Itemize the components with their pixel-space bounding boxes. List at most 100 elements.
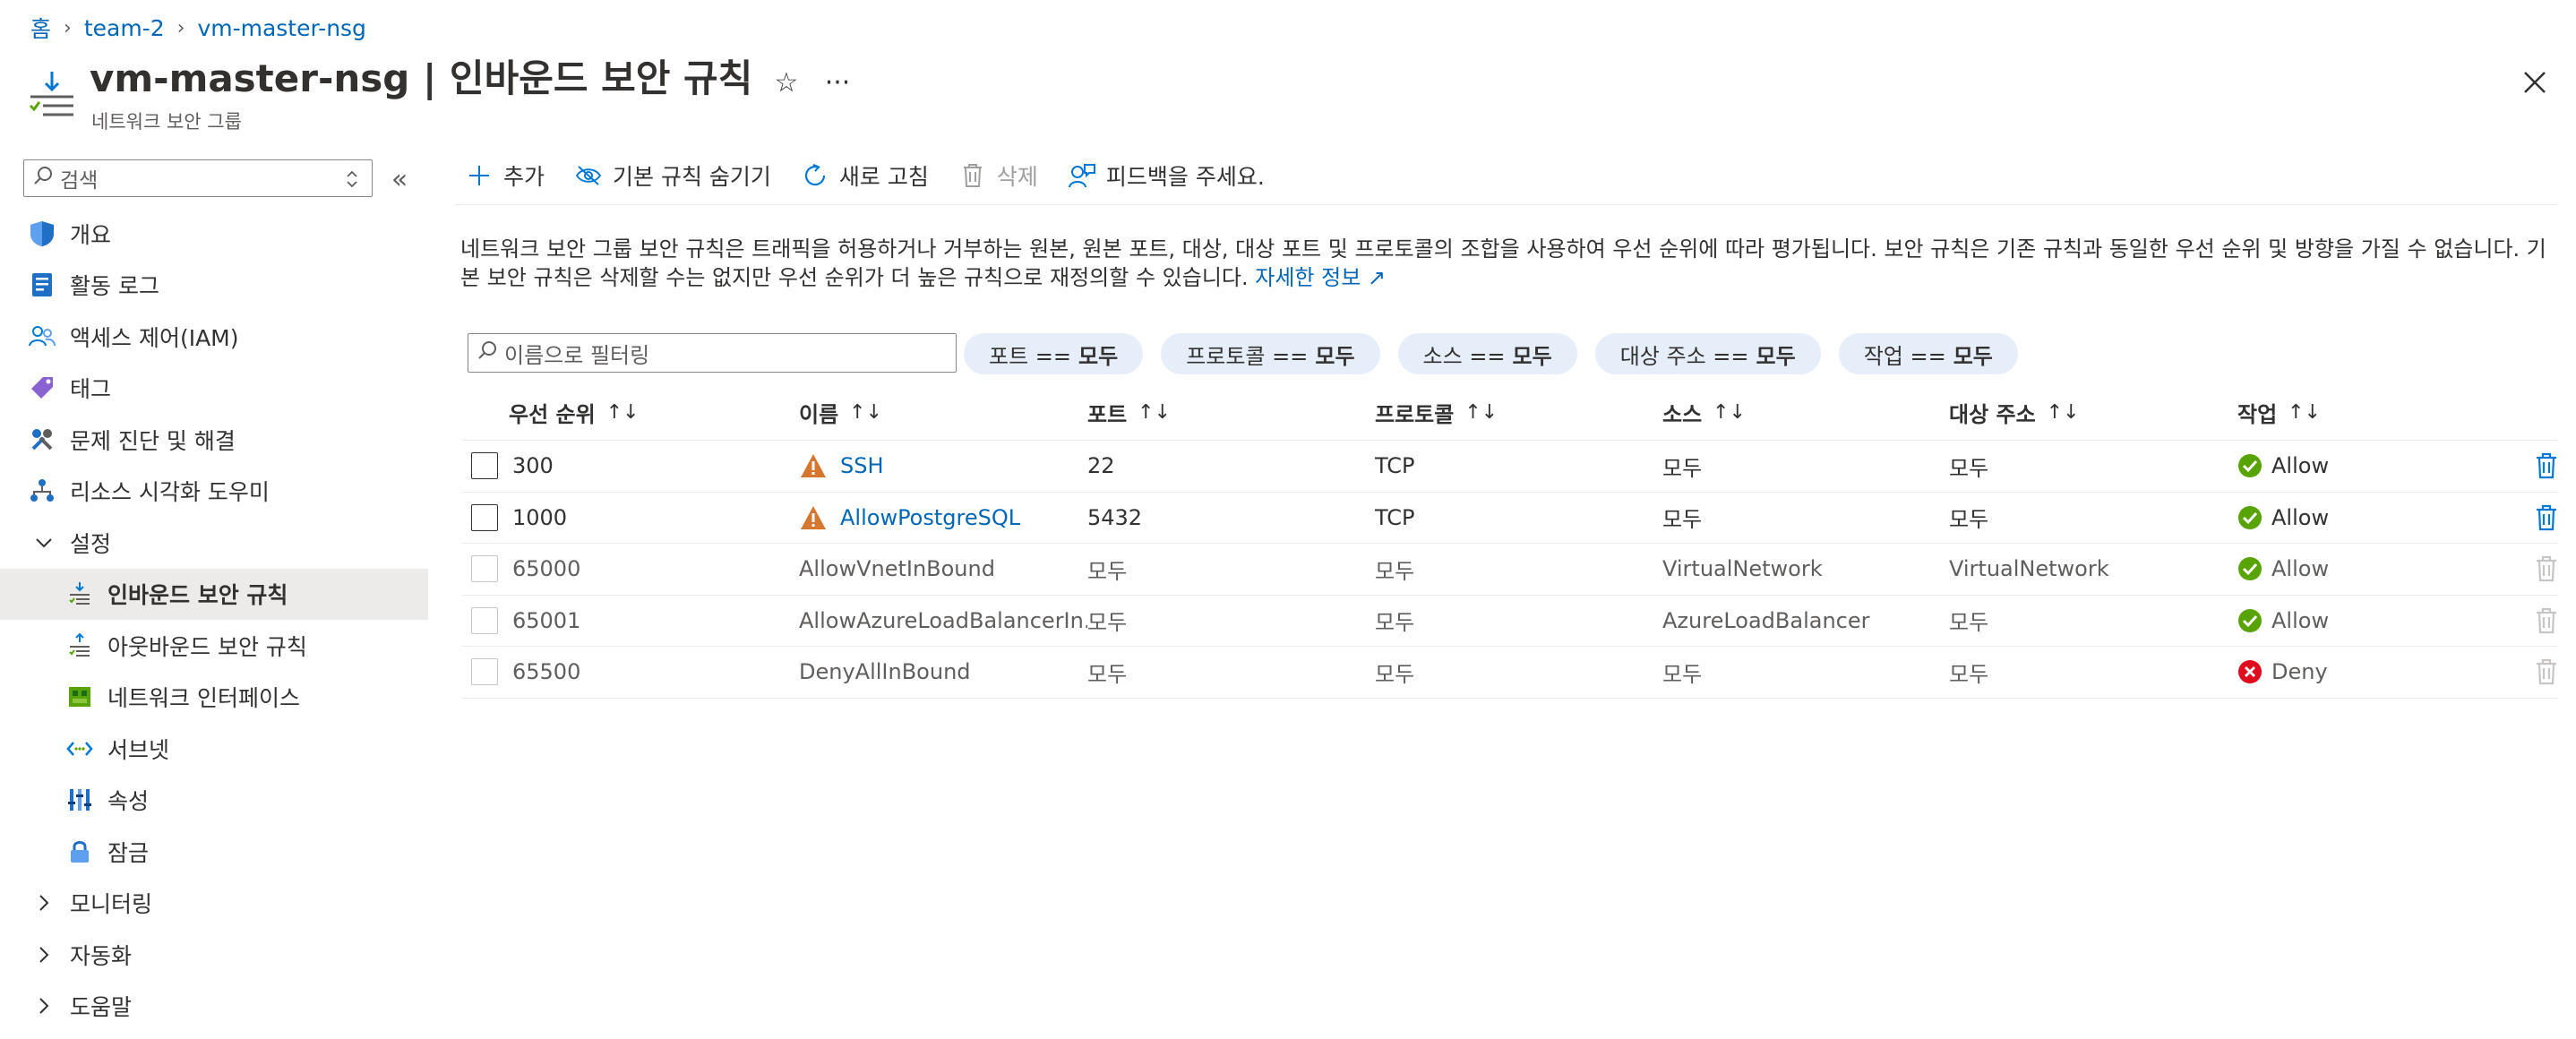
column-header-port[interactable]: 포트 ↑↓ — [1087, 397, 1375, 428]
eye-hide-icon — [575, 162, 602, 189]
inbound-rules-icon — [66, 580, 93, 607]
sidebar-item-locks[interactable]: 잠금 — [0, 826, 428, 878]
trash-icon — [959, 162, 986, 189]
column-header-destination[interactable]: 대상 주소 ↑↓ — [1949, 397, 2237, 428]
column-label: 소스 — [1662, 402, 1703, 427]
warning-icon — [799, 504, 840, 531]
breadcrumb-home[interactable]: 홈 — [30, 12, 51, 44]
table-row[interactable]: 65000 AllowVnetInBound 모두 모두 VirtualNetwork V… — [462, 544, 2558, 596]
sidebar-item-label: 액세스 제어(IAM) — [70, 324, 239, 351]
refresh-button[interactable]: 새로 고침 — [802, 159, 929, 192]
table-row[interactable]: 65500 DenyAllInBound 모두 모두 모두 모두 Deny — [462, 647, 2558, 699]
row-delete-cell — [2506, 555, 2558, 582]
filter-pill-action[interactable]: 작업 == 모두 — [1838, 333, 2018, 374]
sidebar-item-network-interfaces[interactable]: 네트워크 인터페이스 — [0, 672, 428, 724]
feedback-button[interactable]: 피드백을 주세요. — [1068, 159, 1265, 192]
sidebar-item-label: 활동 로그 — [70, 273, 159, 300]
column-header-action[interactable]: 작업 ↑↓ — [2237, 397, 2506, 428]
priority-value: 1000 — [512, 504, 568, 530]
breadcrumb-team[interactable]: team-2 — [84, 15, 165, 41]
column-label: 대상 주소 — [1949, 402, 2036, 427]
learn-more-link[interactable]: 자세한 정보 ↗ — [1255, 265, 1386, 290]
row-checkbox — [471, 606, 498, 634]
nic-icon — [66, 683, 93, 710]
sidebar-item-label: 네트워크 인터페이스 — [107, 685, 300, 712]
column-header-priority[interactable]: 우선 순위 ↑↓ — [462, 397, 799, 428]
sidebar-item-inbound-rules[interactable]: 인바운드 보안 규칙 — [0, 568, 428, 620]
action-cell: Allow — [2237, 556, 2506, 581]
delete-row-trash-icon[interactable] — [2535, 504, 2558, 531]
close-icon[interactable] — [2517, 64, 2553, 100]
rule-name[interactable]: AllowPostgreSQL — [840, 505, 1020, 530]
sort-icon: ↑↓ — [849, 401, 883, 424]
hide-default-rules-button[interactable]: 기본 규칙 숨기기 — [575, 159, 771, 192]
sidebar-item-activity-log[interactable]: 활동 로그 — [0, 260, 428, 312]
pill-key: 포트 == — [989, 343, 1072, 369]
favorite-star-icon[interactable]: ☆ — [769, 64, 804, 100]
priority-cell: 65001 — [512, 608, 799, 633]
name-filter-input[interactable]: 이름으로 필터링 — [468, 333, 957, 373]
name-cell: AllowVnetInBound — [799, 556, 1087, 581]
source-cell: AzureLoadBalancer — [1662, 608, 1949, 633]
collapse-sidebar-icon[interactable]: « — [382, 161, 417, 197]
filter-pill-port[interactable]: 포트 == 모두 — [964, 333, 1144, 374]
sidebar-item-visualizer[interactable]: 리소스 시각화 도우미 — [0, 466, 428, 518]
pill-key: 소스 == — [1422, 343, 1506, 369]
column-header-name[interactable]: 이름 ↑↓ — [799, 397, 1087, 428]
sidebar-item-subnets[interactable]: 서브넷 — [0, 723, 428, 775]
delete-row-trash-icon[interactable] — [2535, 452, 2558, 479]
delete-button[interactable]: 삭제 — [959, 159, 1038, 192]
action-cell: Allow — [2237, 453, 2506, 478]
sidebar-item-iam[interactable]: 액세스 제어(IAM) — [0, 311, 428, 363]
source-cell: 모두 — [1662, 657, 1949, 688]
protocol-cell: TCP — [1375, 505, 1662, 530]
sidebar-item-outbound-rules[interactable]: 아웃바운드 보안 규칙 — [0, 620, 428, 672]
row-checkbox[interactable] — [471, 452, 498, 480]
table-body: 300 SSH 22 TCP 모두 모두 Allow 1000 AllowPostgreSQL 5… — [462, 441, 2558, 699]
filter-pill-protocol[interactable]: 프로토콜 == 모두 — [1161, 333, 1380, 374]
protocol-value: 모두 — [1375, 610, 1415, 636]
sidebar-item-properties[interactable]: 속성 — [0, 775, 428, 827]
add-button[interactable]: 추가 — [466, 159, 545, 192]
rule-name[interactable]: SSH — [840, 453, 884, 478]
warning-icon — [799, 452, 840, 479]
row-checkbox[interactable] — [471, 503, 498, 531]
sidebar-item-overview[interactable]: 개요 — [0, 208, 428, 260]
filter-pill-destination[interactable]: 대상 주소 == 모두 — [1594, 333, 1821, 374]
sidebar-group-automation[interactable]: 자동화 — [0, 929, 428, 981]
toolbar-divider — [455, 204, 2558, 205]
column-label: 이름 — [799, 402, 839, 427]
source-value: 모두 — [1662, 507, 1703, 533]
destination-cell: 모두 — [1949, 657, 2237, 688]
priority-value: 300 — [512, 453, 554, 479]
column-header-source[interactable]: 소스 ↑↓ — [1662, 397, 1949, 428]
destination-value: 모두 — [1949, 507, 1989, 533]
sidebar-search-placeholder: 검색 — [60, 169, 99, 193]
sidebar-item-tags[interactable]: 태그 — [0, 363, 428, 415]
table-row[interactable]: 300 SSH 22 TCP 모두 모두 Allow — [462, 441, 2558, 493]
more-options-icon[interactable]: ··· — [820, 64, 855, 100]
priority-cell: 1000 — [512, 505, 799, 530]
column-header-protocol[interactable]: 프로토콜 ↑↓ — [1375, 397, 1662, 428]
search-icon — [477, 340, 497, 365]
table-row[interactable]: 1000 AllowPostgreSQL 5432 TCP 모두 모두 Allow — [462, 493, 2558, 544]
action-cell: Allow — [2237, 505, 2506, 530]
sort-toggle-icon[interactable] — [337, 161, 367, 197]
sidebar-item-diagnose[interactable]: 문제 진단 및 해결 — [0, 414, 428, 466]
sort-icon: ↑↓ — [2288, 401, 2322, 424]
pill-key: 프로토콜 == — [1186, 343, 1309, 369]
table-row[interactable]: 65001 AllowAzureLoadBalancerIn... 모두 모두 Azur… — [462, 596, 2558, 647]
sidebar-search-input[interactable]: 검색 — [23, 159, 373, 197]
pill-value: 모두 — [1078, 343, 1119, 369]
sidebar-group-settings[interactable]: 설정 — [0, 517, 428, 569]
protocol-value: TCP — [1375, 453, 1415, 479]
protocol-cell: 모두 — [1375, 657, 1662, 688]
breadcrumb-nsg[interactable]: vm-master-nsg — [197, 15, 366, 41]
sidebar-group-label: 모니터링 — [70, 891, 153, 918]
allow-check-icon — [2237, 453, 2271, 478]
priority-value: 65001 — [512, 607, 581, 633]
sidebar-group-help[interactable]: 도움말 — [0, 981, 428, 1033]
sidebar-group-monitoring[interactable]: 모니터링 — [0, 878, 428, 930]
filter-pill-source[interactable]: 소스 == 모두 — [1397, 333, 1577, 374]
port-cell: 모두 — [1087, 657, 1375, 688]
